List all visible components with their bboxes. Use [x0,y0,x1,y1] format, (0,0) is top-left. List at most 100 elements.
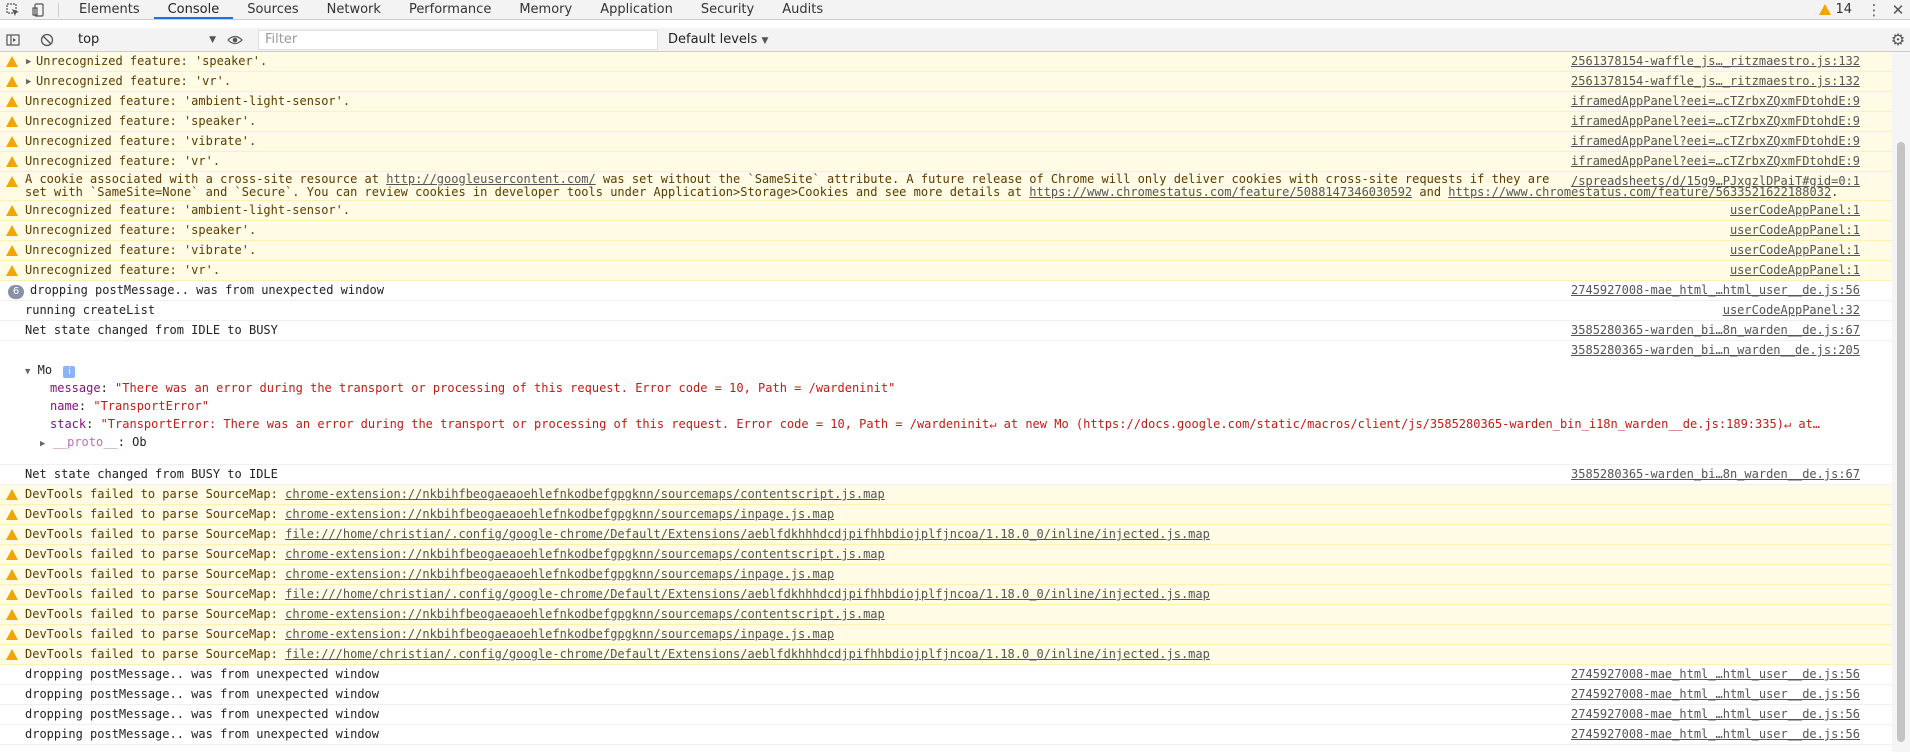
sourcemap-link[interactable]: chrome-extension://nkbihfbeogaeaoehlefnk… [285,607,885,621]
console-message: Unrecognized feature: 'speaker'. [25,114,257,128]
sourcemap-link[interactable]: chrome-extension://nkbihfbeogaeaoehlefnk… [285,487,885,501]
sourcemap-link[interactable]: chrome-extension://nkbihfbeogaeaoehlefnk… [285,567,834,581]
cookie-text-1a: A cookie associated with a cross-site re… [25,172,387,186]
devtools-tabbar: Elements Console Sources Network Perform… [0,0,1910,20]
device-toolbar-icon[interactable] [26,0,52,19]
inspect-element-icon[interactable] [0,0,26,19]
property-key: stack [50,417,87,431]
console-message: DevTools failed to parse SourceMap: chro… [25,507,834,521]
source-link[interactable]: 2745927008-mae_html_…html_user__de.js:56 [1571,687,1860,701]
source-link[interactable]: userCodeAppPanel:32 [1723,303,1860,317]
gear-icon[interactable]: ⚙ [1886,30,1910,49]
warning-icon [6,509,18,520]
sourcemap-link[interactable]: file:///home/christian/.config/google-ch… [285,527,1210,541]
sourcemap-link[interactable]: chrome-extension://nkbihfbeogaeaoehlefnk… [285,507,834,521]
console-message: Net state changed from IDLE to BUSY [25,323,278,337]
console-message: Unrecognized feature: 'vibrate'. [25,243,257,257]
warning-count-badge[interactable]: 14 [1819,2,1862,17]
expand-triangle-icon[interactable]: ▶ [26,77,31,87]
source-link[interactable]: 3585280365-warden_bi…8n_warden__de.js:67 [1571,467,1860,481]
console-message: DevTools failed to parse SourceMap: chro… [25,547,885,561]
source-link[interactable]: 2561378154-waffle_js…_ritzmaestro.js:132 [1571,74,1860,88]
warning-icon [6,116,18,127]
tab-network[interactable]: Network [313,0,395,19]
warning-icon [6,245,18,256]
message-prefix: DevTools failed to parse SourceMap: [25,527,286,541]
console-message: DevTools failed to parse SourceMap: chro… [25,487,885,501]
source-link[interactable]: 2561378154-waffle_js…_ritzmaestro.js:132 [1571,54,1860,68]
console-message: Unrecognized feature: 'ambient-light-sen… [25,203,351,217]
tab-memory[interactable]: Memory [505,0,586,19]
console-message: DevTools failed to parse SourceMap: file… [25,647,1210,661]
source-link[interactable]: userCodeAppPanel:1 [1730,203,1860,217]
tab-performance[interactable]: Performance [395,0,505,19]
tab-console[interactable]: Console [153,0,234,19]
tab-elements[interactable]: Elements [65,0,154,19]
console-message: DevTools failed to parse SourceMap: file… [25,587,1210,601]
source-link[interactable]: 2745927008-mae_html_…html_user__de.js:56 [1571,727,1860,741]
source-link[interactable]: 2745927008-mae_html_…html_user__de.js:56 [1571,667,1860,681]
live-expression-eye-icon[interactable] [222,30,248,49]
console-log-row: dropping postMessage.. was from unexpect… [0,685,1892,705]
context-selector[interactable]: top ▼ [72,30,222,50]
sourcemap-link[interactable]: file:///home/christian/.config/google-ch… [285,647,1210,661]
tab-security[interactable]: Security [687,0,768,19]
source-link[interactable]: 2745927008-mae_html_…html_user__de.js:56 [1571,707,1860,721]
warning-icon [1819,4,1832,15]
tab-application[interactable]: Application [586,0,687,19]
source-link[interactable]: iframedAppPanel?eei=…cTZrbxZQxmFDtohdE:9 [1571,154,1860,168]
sidebar-toggle-icon[interactable] [0,30,26,49]
source-link[interactable]: iframedAppPanel?eei=…cTZrbxZQxmFDtohdE:9 [1571,134,1860,148]
console-warning-row: Unrecognized feature: 'ambient-light-sen… [0,92,1892,112]
console-warning-row: DevTools failed to parse SourceMap: file… [0,645,1892,665]
property-key: name [50,399,79,413]
console-message: DevTools failed to parse SourceMap: chro… [25,627,834,641]
console-warning-row: DevTools failed to parse SourceMap: chro… [0,485,1892,505]
console-warning-row: Unrecognized feature: 'vr'. iframedAppPan… [0,152,1892,172]
warning-icon [6,629,18,640]
message-prefix: DevTools failed to parse SourceMap: [25,507,286,521]
scrollbar-thumb[interactable] [1897,142,1905,742]
message-prefix: DevTools failed to parse SourceMap: [25,627,286,641]
source-link[interactable]: /spreadsheets/d/15g9…PJxgzlDPaiT#gid=0:1 [1571,174,1860,188]
console-warning-row: DevTools failed to parse SourceMap: chro… [0,605,1892,625]
sourcemap-link[interactable]: file:///home/christian/.config/google-ch… [285,587,1210,601]
source-link[interactable]: 3585280365-warden_bi…8n_warden__de.js:67 [1571,323,1860,337]
tab-sources[interactable]: Sources [233,0,312,19]
console-warning-row: Unrecognized feature: 'vibrate'. userCode… [0,241,1892,261]
object-header[interactable]: ▼ Mo i [25,363,76,378]
clear-console-icon[interactable] [34,30,60,49]
expand-triangle-icon[interactable]: ▶ [26,57,31,67]
filter-input[interactable] [258,29,658,50]
info-icon: i [63,366,76,378]
warning-icon [6,529,18,540]
log-levels-label: Default levels [668,32,758,47]
sourcemap-link[interactable]: chrome-extension://nkbihfbeogaeaoehlefnk… [285,547,885,561]
close-icon[interactable]: ✕ [1886,1,1910,19]
tab-audits[interactable]: Audits [768,0,837,19]
sourcemap-link[interactable]: chrome-extension://nkbihfbeogaeaoehlefnk… [285,627,834,641]
object-property-proto[interactable]: ▶ __proto__: Ob [40,435,147,449]
property-key: __proto__ [52,435,118,449]
console-scrollbar[interactable] [1892,52,1910,752]
source-link[interactable]: 3585280365-warden_bi…n_warden__de.js:205 [1571,343,1860,357]
source-link[interactable]: userCodeAppPanel:1 [1730,223,1860,237]
warning-icon [6,649,18,660]
source-link[interactable]: iframedAppPanel?eei=…cTZrbxZQxmFDtohdE:9 [1571,94,1860,108]
source-link[interactable]: userCodeAppPanel:1 [1730,243,1860,257]
more-options-icon[interactable]: ⋮ [1862,1,1886,19]
object-name: Mo [37,363,53,377]
message-prefix: DevTools failed to parse SourceMap: [25,567,286,581]
warning-icon [6,156,18,167]
cookie-link-googleusercontent[interactable]: http://googleusercontent.com/ [386,172,596,186]
source-link[interactable]: 2745927008-mae_html_…html_user__de.js:56 [1571,283,1860,297]
console-message: Unrecognized feature: 'vr'. [25,154,221,168]
cookie-link-chromestatus-1[interactable]: https://www.chromestatus.com/feature/508… [1029,185,1412,199]
warning-icon [6,56,18,67]
console-log-row: Net state changed from IDLE to BUSY 35852… [0,321,1892,341]
source-link[interactable]: iframedAppPanel?eei=…cTZrbxZQxmFDtohdE:9 [1571,114,1860,128]
log-levels-dropdown[interactable]: Default levels ▼ [668,32,768,47]
console-message: Unrecognized feature: 'vr'. [25,263,221,277]
property-value: "TransportError: There was an error duri… [100,417,1821,431]
source-link[interactable]: userCodeAppPanel:1 [1730,263,1860,277]
